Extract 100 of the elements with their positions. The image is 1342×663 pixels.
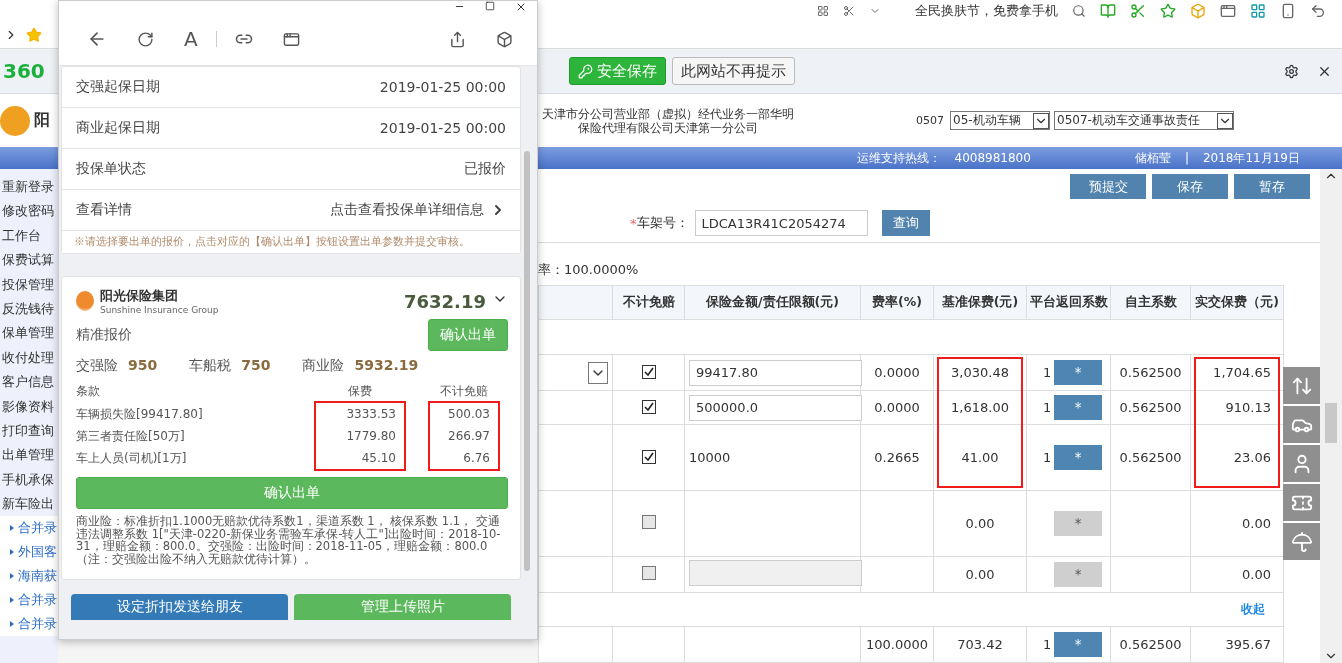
notify-button[interactable]: 此网站不再提示 — [672, 57, 795, 85]
menu-item[interactable]: 打印查询 — [0, 418, 58, 444]
logo-sun-icon — [76, 291, 94, 311]
side-tool-button[interactable] — [1283, 445, 1320, 482]
column-header: 不计免赔 — [612, 285, 685, 320]
grid-icon[interactable] — [817, 5, 829, 17]
star-icon[interactable] — [26, 27, 42, 43]
star-button[interactable]: * — [1054, 511, 1102, 536]
collapse-link[interactable]: 收起 — [1241, 601, 1265, 618]
search-field[interactable]: 全民换肤节，免费拿手机 — [915, 2, 1058, 20]
submenu-item[interactable]: 合并录 — [0, 516, 58, 541]
phone-icon[interactable] — [1280, 3, 1296, 19]
menu-item[interactable]: 修改密码 — [0, 199, 58, 224]
star-button[interactable]: * — [1054, 562, 1102, 587]
action-button[interactable]: 暂存 — [1234, 174, 1310, 200]
menu-item[interactable]: 收付处理 — [0, 345, 58, 371]
menu-item[interactable]: 保费试算 — [0, 248, 58, 273]
detail-label: 交强起保日期 — [76, 78, 160, 96]
maximize-icon[interactable] — [485, 1, 495, 11]
bottom-button[interactable]: 设定折扣发送给朋友 — [71, 594, 288, 620]
premium-cell: 3333.53 — [314, 403, 406, 425]
search-icon[interactable] — [1072, 4, 1086, 18]
coef-cell: 1 — [1043, 637, 1052, 652]
detail-value: 2019-01-25 00:00 — [379, 120, 506, 136]
star-button[interactable]: * — [1054, 395, 1102, 420]
side-tool-button[interactable] — [1283, 484, 1320, 521]
side-tool-button[interactable] — [1283, 406, 1320, 443]
hotline-label: 运维支持热线： — [856, 149, 941, 167]
star-button[interactable]: * — [1054, 445, 1102, 470]
category-select[interactable]: 05-机动车辆 — [950, 111, 1050, 130]
checkbox[interactable] — [641, 566, 656, 580]
menu-item[interactable]: 客户信息 — [0, 370, 58, 395]
share-icon[interactable] — [449, 30, 466, 48]
coef-cell: 1 — [1043, 400, 1052, 415]
close-icon[interactable] — [515, 1, 527, 13]
star-button[interactable]: * — [1054, 632, 1102, 657]
detail-label: 查看详情 — [76, 201, 132, 219]
menu-item[interactable]: 重新登录 — [0, 175, 58, 200]
total-price: 7632.19 — [404, 290, 486, 312]
window-icon[interactable] — [282, 30, 300, 48]
company-logo-text: 阳光保险集团 — [100, 287, 179, 305]
settings-icon[interactable] — [1284, 63, 1299, 79]
menu-item[interactable]: 出单管理 — [0, 443, 58, 468]
vin-label: 车架号： — [636, 214, 689, 233]
menu-item[interactable]: 新车险出 — [0, 492, 58, 517]
font-button[interactable]: A — [184, 27, 198, 51]
umbrella-icon — [1290, 530, 1313, 553]
cube-icon[interactable] — [496, 30, 513, 48]
base-premium-cell: 0.00 — [965, 567, 995, 582]
side-tool-button[interactable] — [1283, 523, 1320, 560]
user-name: 储栢莹 — [1134, 149, 1171, 167]
submenu-item[interactable]: 合并录 — [0, 588, 58, 613]
star-button[interactable]: * — [1054, 360, 1102, 385]
paid-premium-cell: 0.00 — [1242, 567, 1271, 582]
windows-icon[interactable] — [1250, 3, 1266, 19]
query-button[interactable]: 查询 — [881, 210, 930, 237]
summary-label: 车船税 — [189, 357, 232, 373]
dropdown-button[interactable] — [588, 361, 608, 384]
category-select[interactable]: 0507-机动车交通事故责任 — [1054, 111, 1234, 130]
action-button[interactable]: 保存 — [1152, 174, 1228, 200]
vin-field[interactable]: LDCA13R41C2054274 — [694, 210, 868, 237]
exempt-cell: 6.76 — [428, 447, 500, 469]
coef-cell: 1 — [1043, 365, 1052, 380]
submenu-item[interactable]: 外国客 — [0, 540, 58, 565]
checkbox[interactable] — [641, 515, 656, 529]
coverage-name: 第三者责任险[50万] — [76, 428, 186, 445]
amount-field[interactable]: 99417.80 — [689, 359, 862, 386]
submenu-item[interactable]: 海南获 — [0, 564, 58, 589]
detail-value: 2019-01-25 00:00 — [379, 79, 506, 95]
base-premium-cell: 1,618.00 — [951, 400, 1009, 415]
premium-cell: 45.10 — [314, 447, 406, 469]
column-header: 自主系数 — [1110, 285, 1191, 320]
book-icon[interactable] — [1100, 3, 1116, 19]
refresh-icon[interactable] — [137, 30, 154, 48]
action-button[interactable]: 预提交 — [1070, 174, 1146, 200]
menu-item[interactable]: 投保管理 — [0, 272, 58, 297]
separator: | — [1184, 151, 1189, 165]
checkbox[interactable] — [641, 365, 656, 379]
submenu-item[interactable]: 合并录 — [0, 612, 58, 637]
scissors-icon[interactable] — [1130, 3, 1146, 19]
menu-item[interactable]: 反洗钱待 — [0, 296, 58, 322]
checkbox[interactable] — [641, 450, 656, 464]
amount-field[interactable]: 500000.0 — [689, 394, 862, 421]
menu-item[interactable]: 影像资料 — [0, 394, 58, 419]
summary-value: 750 — [241, 357, 271, 373]
menu-item[interactable]: 工作台 — [0, 223, 58, 249]
logo-text: 360 — [2, 59, 46, 83]
undo-icon[interactable] — [1310, 3, 1326, 19]
summary-label: 商业险 — [302, 357, 345, 373]
side-tool-button[interactable] — [1283, 367, 1320, 404]
column-header: 平台返回系数 — [1026, 285, 1111, 320]
checkbox[interactable] — [641, 400, 656, 414]
detail-link[interactable]: 点击查看投保单详细信息 — [330, 201, 506, 219]
detail-value: 已报价 — [464, 160, 506, 178]
date-text: 2018年11月19日 — [1202, 149, 1300, 167]
menu-item[interactable]: 保单管理 — [0, 321, 58, 346]
exempt-cell: 266.97 — [428, 425, 500, 447]
menu-item[interactable]: 手机承保 — [0, 467, 58, 493]
paid-premium-cell: 395.67 — [1225, 637, 1271, 652]
dropdown-icon — [1217, 112, 1233, 129]
